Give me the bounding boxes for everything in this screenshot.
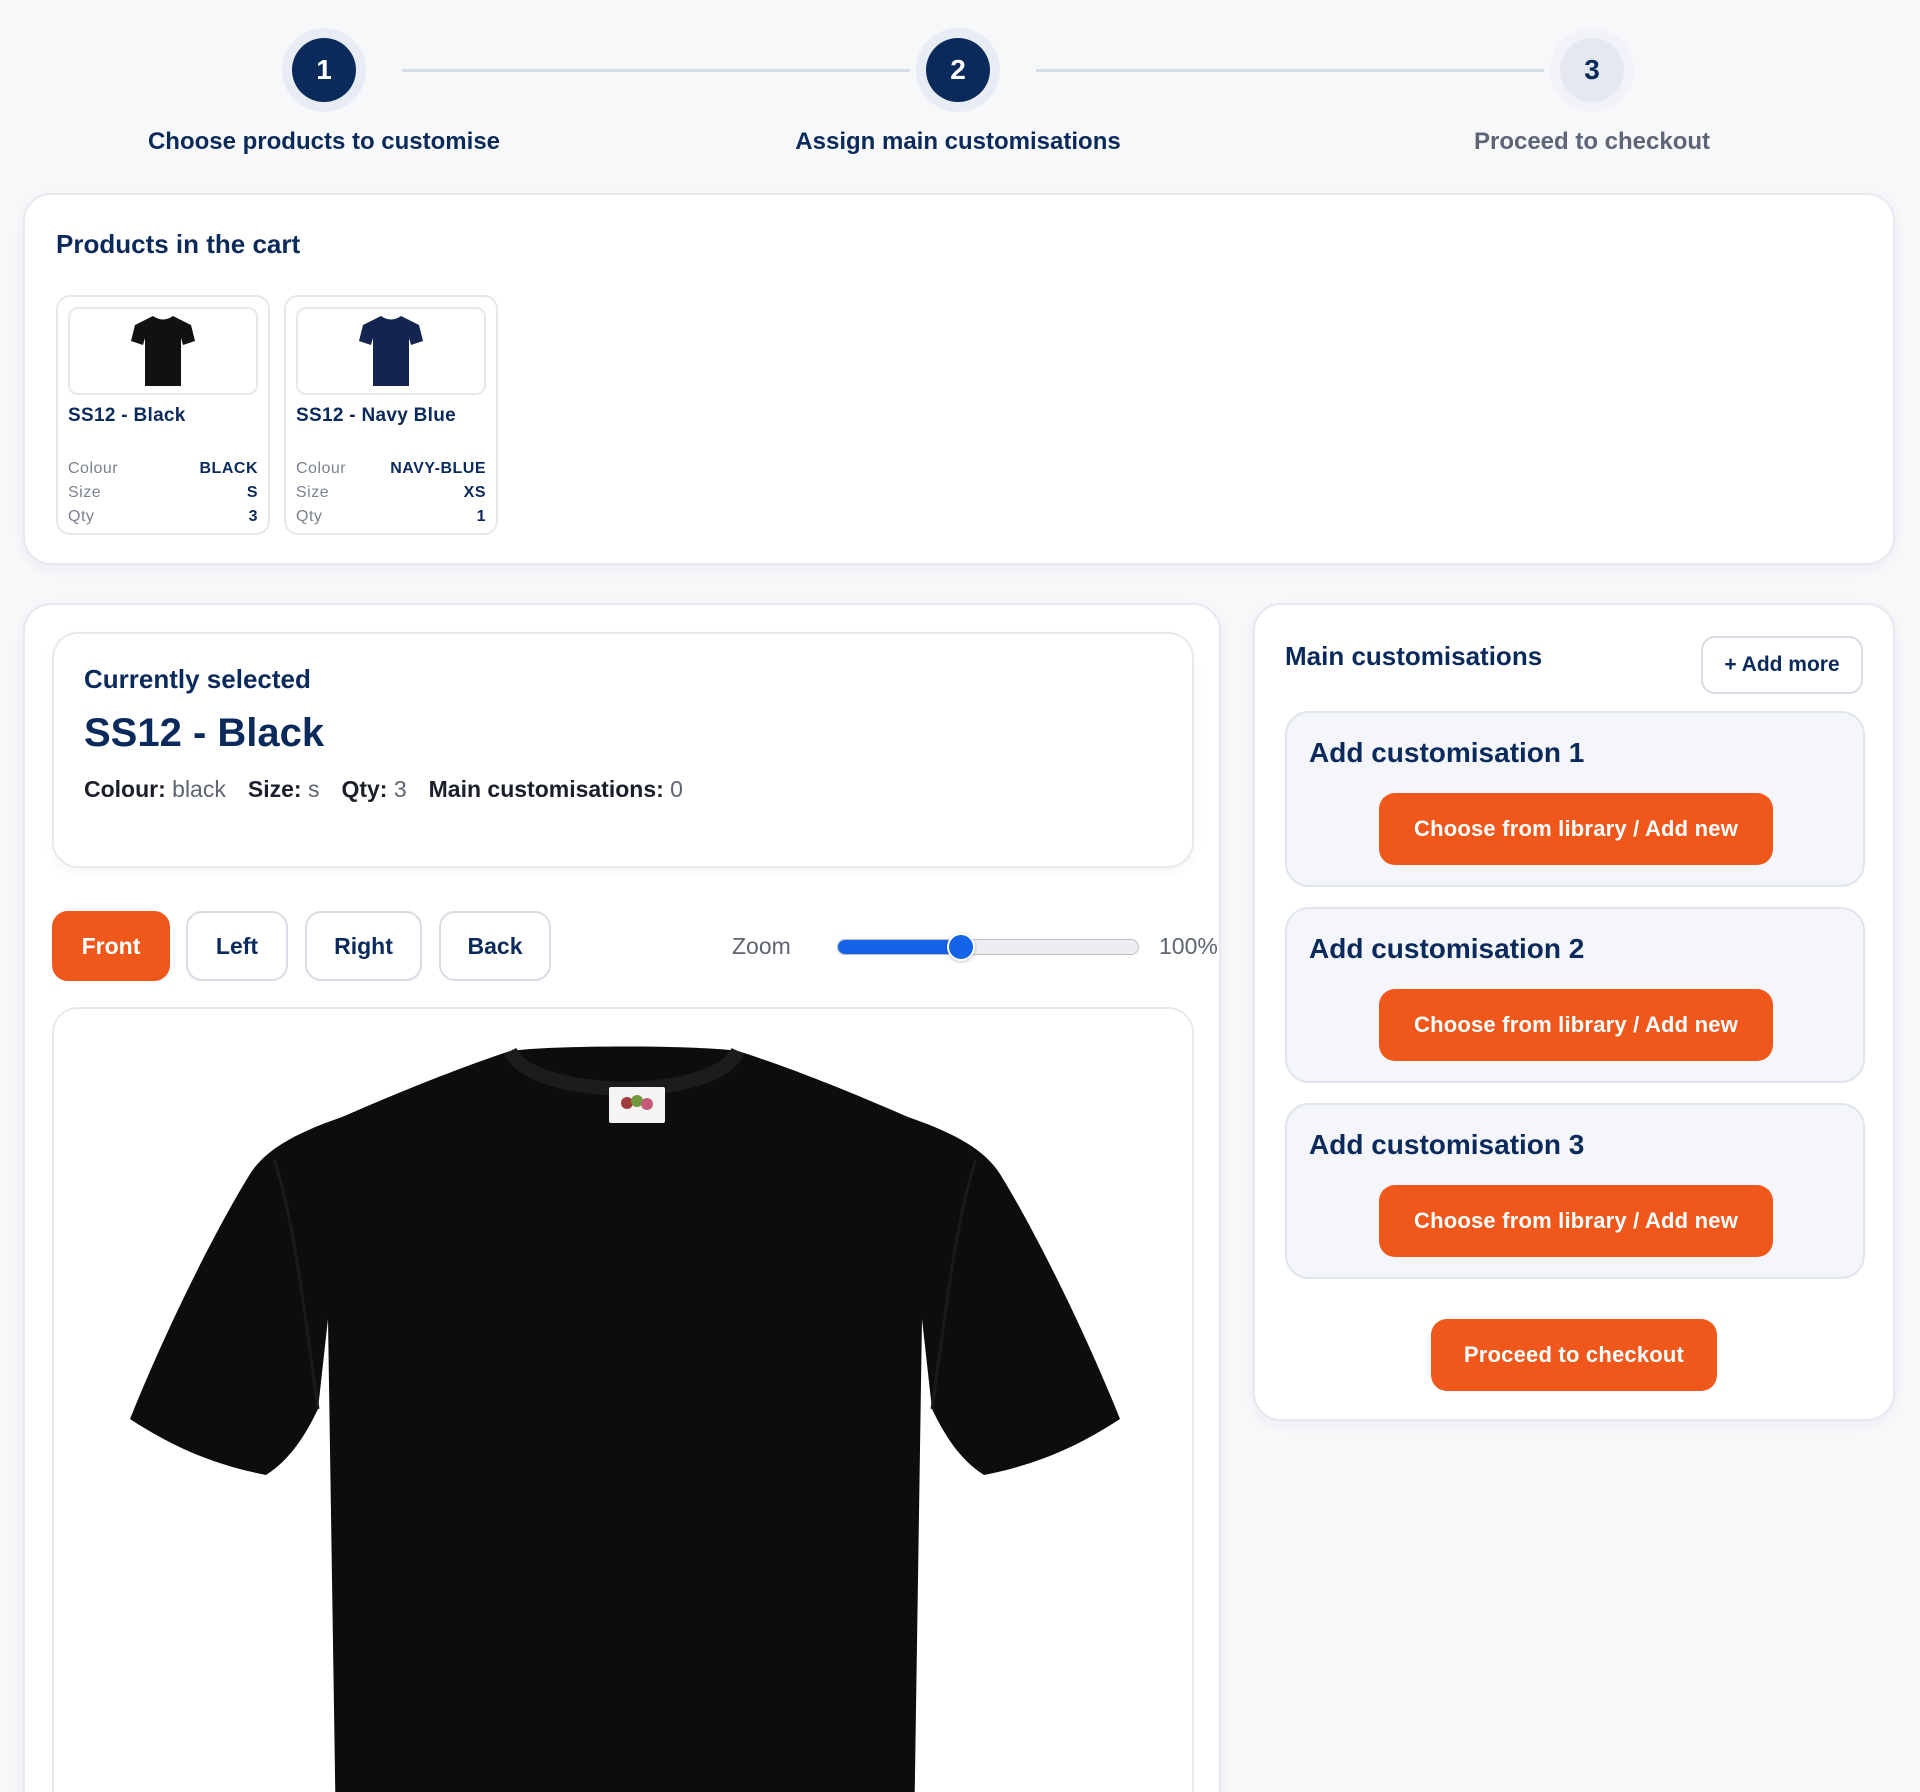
view-left-button[interactable]: Left [186, 911, 288, 981]
spec-qty: Qty 1 [296, 508, 486, 525]
customisation-slot-1: Add customisation 1 Choose from library … [1285, 711, 1865, 887]
step-label: Choose products to customise [147, 128, 501, 155]
cart-product-card[interactable]: SS12 - Navy Blue Colour NAVY-BLUE Size XS … [284, 295, 498, 535]
cart-product-card[interactable]: SS12 - Black Colour BLACK Size S Qty 3 [56, 295, 270, 535]
spec-size: Size S [68, 484, 258, 501]
progress-stepper: 1 Choose products to customise 2 Assign … [0, 0, 1920, 190]
customisation-title: Add customisation 1 [1309, 737, 1585, 768]
zoom-slider-fill [838, 940, 961, 954]
product-name: SS12 - Black [68, 405, 186, 426]
tshirt-front-preview [130, 1046, 1120, 1792]
main-customisations-title: Main customisations [1285, 641, 1543, 671]
step-number: 3 [1560, 38, 1624, 102]
cart-panel: Products in the cart SS12 - Black Colour… [23, 193, 1895, 565]
spec-size: Size XS [296, 484, 486, 501]
step-2[interactable]: 2 Assign main customisations [728, 28, 1188, 156]
choose-from-library-button[interactable]: Choose from library / Add new [1379, 989, 1773, 1061]
step-number: 2 [926, 38, 990, 102]
meta-qty: Qty: 3 [341, 776, 407, 802]
product-preview [52, 1007, 1194, 1792]
neck-label-logo [641, 1098, 653, 1110]
step-number: 1 [292, 38, 356, 102]
customisation-slot-2: Add customisation 2 Choose from library … [1285, 907, 1865, 1083]
customisation-title: Add customisation 3 [1309, 1129, 1585, 1160]
step-3[interactable]: 3 Proceed to checkout [1362, 28, 1822, 156]
product-thumbnail [296, 307, 486, 395]
main-customisations-panel: Main customisations + Add more Add custo… [1253, 603, 1895, 1421]
currently-selected-heading: Currently selected [84, 664, 311, 694]
tshirt-icon [131, 316, 195, 386]
view-front-button[interactable]: Front [52, 911, 170, 981]
product-thumbnail [68, 307, 258, 395]
meta-size: Size: s [247, 776, 320, 802]
meta-main-customisations: Main customisations: 0 [428, 776, 683, 802]
step-label: Proceed to checkout [1473, 128, 1711, 155]
choose-from-library-button[interactable]: Choose from library / Add new [1379, 793, 1773, 865]
selected-product-meta: Colour: black Size: s Qty: 3 Main custom… [84, 776, 1162, 803]
neck-label-logo [621, 1097, 633, 1109]
spec-colour: Colour BLACK [68, 460, 258, 477]
product-name: SS12 - Navy Blue [296, 405, 457, 426]
proceed-to-checkout-button[interactable]: Proceed to checkout [1431, 1319, 1717, 1391]
zoom-slider[interactable] [837, 933, 1139, 961]
tshirt-body [130, 1046, 1120, 1792]
customisation-list: Add customisation 1 Choose from library … [1285, 711, 1865, 1299]
zoom-value: 100% [1159, 933, 1218, 959]
view-controls: Front Left Right Back Zoom 100% [52, 911, 1218, 983]
customisation-title: Add customisation 2 [1309, 933, 1585, 964]
selected-product-title: SS12 - Black [84, 711, 325, 755]
choose-from-library-button[interactable]: Choose from library / Add new [1379, 1185, 1773, 1257]
spec-qty: Qty 3 [68, 508, 258, 525]
zoom-slider-handle[interactable] [947, 933, 975, 961]
meta-colour: Colour: black [84, 776, 226, 802]
zoom-label: Zoom [732, 933, 791, 959]
view-right-button[interactable]: Right [305, 911, 422, 981]
step-1[interactable]: 1 Choose products to customise [94, 28, 554, 156]
tshirt-icon [359, 316, 423, 386]
cart-product-list: SS12 - Black Colour BLACK Size S Qty 3 SS12… [56, 295, 498, 535]
cart-title: Products in the cart [56, 229, 301, 259]
customisation-slot-3: Add customisation 3 Choose from library … [1285, 1103, 1865, 1279]
view-back-button[interactable]: Back [439, 911, 551, 981]
add-more-button[interactable]: + Add more [1701, 636, 1863, 694]
currently-selected-box: Currently selected SS12 - Black Colour: … [52, 632, 1194, 868]
product-editor-panel: Currently selected SS12 - Black Colour: … [23, 603, 1221, 1792]
spec-colour: Colour NAVY-BLUE [296, 460, 486, 477]
step-label: Assign main customisations [795, 128, 1121, 155]
